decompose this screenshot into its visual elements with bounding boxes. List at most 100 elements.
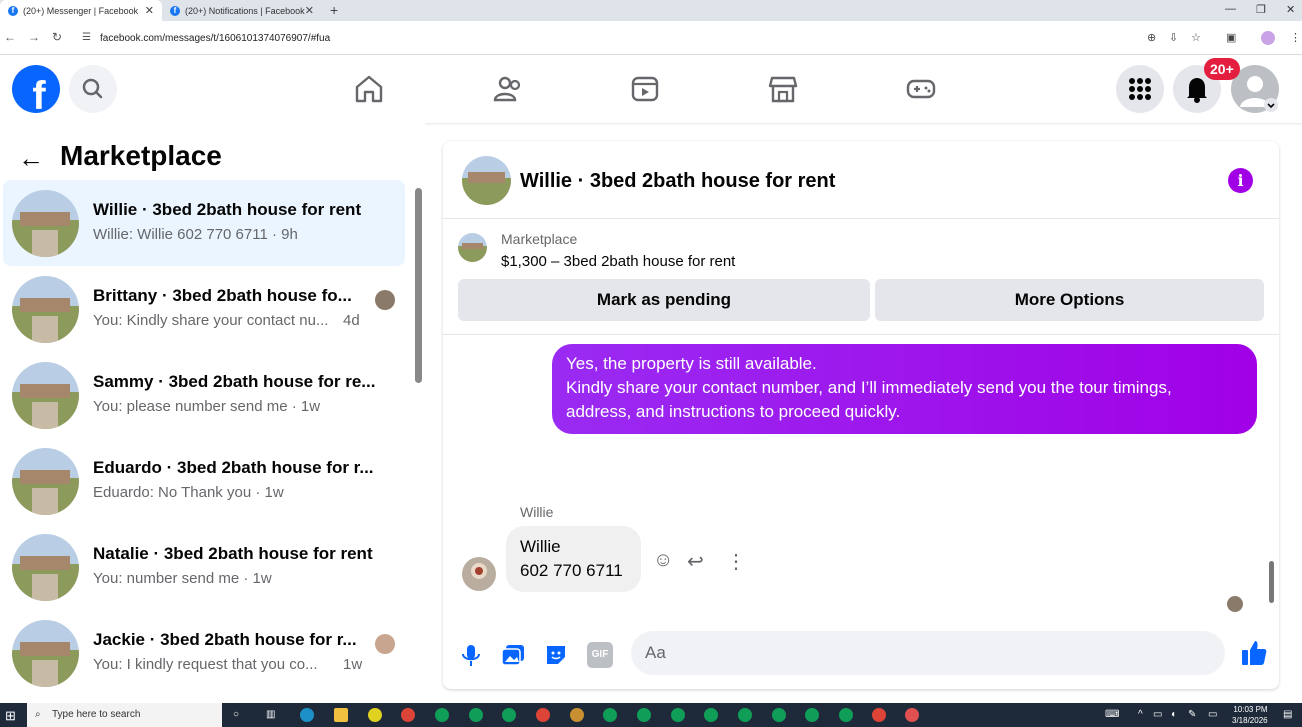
message-input[interactable]	[645, 641, 1165, 665]
conversation-name: Natalie · 3bed 2bath house for rent	[93, 544, 373, 563]
zoom-icon[interactable]: ⊕	[1147, 31, 1156, 44]
seen-avatar	[375, 290, 395, 310]
search-icon	[82, 78, 103, 99]
incoming-message[interactable]: Willie 602 770 6711	[506, 526, 641, 592]
message-line: Kindly share your contact number, and I’…	[566, 378, 1172, 397]
install-icon[interactable]: ⇩	[1169, 31, 1178, 44]
chrome-icon[interactable]	[502, 708, 516, 722]
new-tab-button[interactable]: +	[330, 2, 338, 18]
notification-center-icon[interactable]: ▤	[1283, 709, 1292, 720]
reload-icon[interactable]: ↻	[52, 30, 62, 44]
tab-notifications[interactable]: f (20+) Notifications | Facebook ✕	[162, 0, 322, 21]
chrome-icon[interactable]	[839, 708, 853, 722]
page-title: Marketplace	[60, 140, 222, 171]
chrome-icon[interactable]	[704, 708, 718, 722]
sidebar-scrollbar[interactable]	[415, 188, 422, 383]
tab-messenger[interactable]: f (20+) Messenger | Facebook ✕	[0, 0, 162, 21]
back-arrow-icon[interactable]: ←	[18, 143, 44, 174]
minimize-icon[interactable]: —	[1225, 3, 1236, 15]
chrome-icon[interactable]	[872, 708, 886, 722]
tray-chevron-icon[interactable]: ^	[1138, 709, 1143, 720]
sender-avatar[interactable]	[462, 557, 496, 591]
network-icon[interactable]: ▭	[1153, 709, 1162, 720]
house-thumbnail	[12, 448, 79, 515]
listing-price[interactable]: $1,300 – 3bed 2bath house for rent	[501, 253, 735, 270]
conversation-item[interactable]: Sammy · 3bed 2bath house for re... You: …	[3, 352, 405, 438]
home-icon[interactable]	[353, 73, 385, 105]
info-icon[interactable]: i	[1228, 168, 1253, 193]
bookmark-star-icon[interactable]: ☆	[1191, 31, 1201, 44]
conversation-item[interactable]: Jackie · 3bed 2bath house for r... You: …	[3, 610, 405, 696]
gaming-icon[interactable]	[905, 73, 937, 105]
read-receipt-avatar	[1227, 596, 1243, 612]
back-icon[interactable]: ←	[4, 30, 16, 44]
tab-close-icon[interactable]: ✕	[145, 4, 154, 17]
more-options-button[interactable]: More Options	[875, 279, 1264, 321]
tab-close-icon[interactable]: ✕	[305, 4, 314, 17]
marketplace-icon[interactable]	[767, 73, 799, 105]
chrome-icon[interactable]	[435, 708, 449, 722]
file-explorer-icon[interactable]	[334, 708, 348, 722]
windows-start-icon[interactable]: ⊞	[5, 708, 16, 724]
video-icon[interactable]	[629, 73, 661, 105]
keyboard-icon[interactable]: ⌨	[1105, 709, 1119, 720]
volume-icon[interactable]: ◖	[1170, 709, 1176, 720]
taskbar-clock[interactable]: 10:03 PM 3/18/2026	[1232, 704, 1268, 726]
react-emoji-icon[interactable]: ☺	[653, 549, 673, 572]
gif-icon[interactable]: GIF	[587, 642, 613, 668]
window-close-icon[interactable]: ✕	[1286, 3, 1295, 16]
outgoing-message[interactable]: Yes, the property is still available. Ki…	[552, 344, 1257, 434]
chrome-icon[interactable]	[536, 708, 550, 722]
url-field[interactable]: facebook.com/messages/t/1606101374076907…	[100, 33, 330, 44]
chrome-icon[interactable]	[671, 708, 685, 722]
photo-icon[interactable]	[500, 642, 526, 668]
chat-title[interactable]: Willie · 3bed 2bath house for rent	[520, 170, 835, 193]
chrome-icon[interactable]	[469, 708, 483, 722]
facebook-favicon-icon: f	[170, 5, 180, 16]
chrome-icon[interactable]	[637, 708, 651, 722]
browser-profile-avatar[interactable]	[1261, 31, 1275, 45]
battery-icon[interactable]: ▭	[1208, 709, 1217, 720]
chrome-icon[interactable]	[772, 708, 786, 722]
app-icon[interactable]	[905, 708, 919, 722]
menu-button[interactable]	[1116, 65, 1164, 113]
conversation-item[interactable]: Eduardo · 3bed 2bath house for r... Edua…	[3, 438, 405, 524]
chrome-icon[interactable]	[738, 708, 752, 722]
reply-icon[interactable]: ↩	[687, 549, 704, 574]
more-icon[interactable]: ⋮	[726, 549, 746, 574]
house-thumbnail	[12, 276, 79, 343]
chrome-icon[interactable]	[570, 708, 584, 722]
chrome-icon[interactable]	[401, 708, 415, 722]
task-view-icon[interactable]: ▥	[266, 709, 275, 720]
conversation-preview: Willie: Willie 602 770 6711 · 9h	[93, 226, 298, 243]
chat-avatar[interactable]	[462, 156, 511, 205]
chrome-icon[interactable]	[805, 708, 819, 722]
thumbs-up-icon[interactable]	[1239, 638, 1269, 668]
cortana-icon[interactable]: ○	[233, 709, 239, 720]
search-button[interactable]	[69, 65, 117, 113]
chat-header: Willie · 3bed 2bath house for rent i	[443, 141, 1279, 219]
microphone-icon[interactable]	[458, 642, 484, 668]
forward-icon[interactable]: →	[28, 30, 40, 44]
message-line: Willie	[520, 537, 561, 556]
listing-thumbnail	[458, 233, 487, 262]
conversation-item[interactable]: Willie · 3bed 2bath house for rent Willi…	[3, 180, 405, 266]
app-icon[interactable]	[368, 708, 382, 722]
menu-icon[interactable]: ⋮	[1290, 31, 1301, 44]
mark-pending-button[interactable]: Mark as pending	[458, 279, 870, 321]
sticker-icon[interactable]	[543, 642, 569, 668]
chat-scrollbar[interactable]	[1269, 561, 1274, 603]
edge-icon[interactable]	[300, 708, 314, 722]
conversation-item[interactable]: Natalie · 3bed 2bath house for rent You:…	[3, 524, 405, 610]
conversation-preview: You: please number send me · 1w	[93, 398, 321, 415]
taskbar-search[interactable]: ⌕ Type here to search	[27, 703, 222, 727]
side-panel-icon[interactable]: ▣	[1226, 31, 1236, 44]
restore-icon[interactable]: ❐	[1256, 3, 1266, 16]
site-info-icon[interactable]: ☰	[82, 32, 91, 43]
conversation-item[interactable]: Brittany · 3bed 2bath house fo... You: K…	[3, 266, 405, 352]
friends-icon[interactable]	[492, 73, 524, 105]
pen-icon[interactable]: ✎	[1188, 709, 1196, 720]
chrome-icon[interactable]	[603, 708, 617, 722]
facebook-logo-icon[interactable]: f	[12, 65, 60, 113]
seen-avatar	[375, 634, 395, 654]
